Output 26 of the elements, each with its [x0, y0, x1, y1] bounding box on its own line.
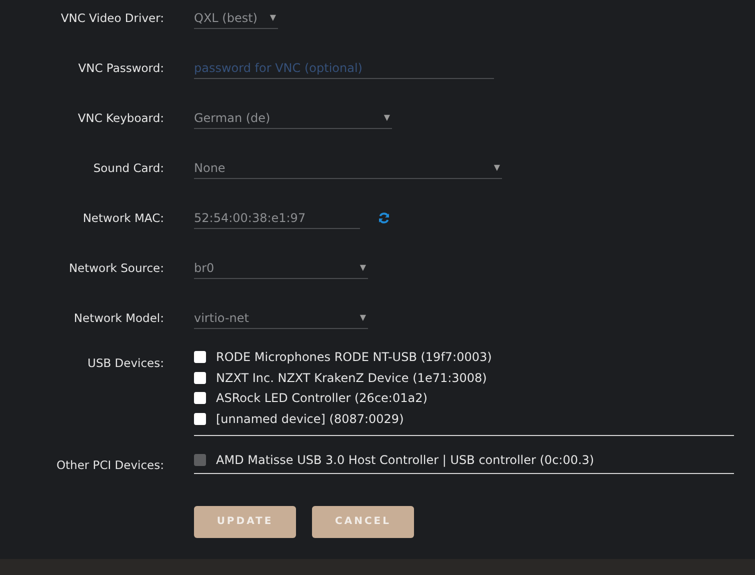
- checkbox[interactable]: [194, 372, 206, 384]
- dropdown[interactable]: virtio-net ▼: [194, 307, 368, 329]
- device-label: RODE Microphones RODE NT-USB (19f7:0003): [216, 350, 492, 364]
- field-label: Network Model:: [72, 311, 165, 325]
- mac-field[interactable]: 52:54:00:38:e1:97: [194, 207, 360, 229]
- checkbox[interactable]: [194, 412, 206, 425]
- field-label: VNC Password:: [77, 61, 165, 75]
- dropdown[interactable]: br0 ▼: [194, 257, 368, 279]
- password-field[interactable]: password for VNC (optional): [194, 57, 494, 79]
- device-label: [unnamed device] (8087:0029): [216, 412, 404, 426]
- dropdown[interactable]: QXL (best) ▼: [194, 7, 278, 29]
- field-label: Other PCI Devices:: [55, 457, 165, 472]
- field-label: Sound Card:: [92, 161, 165, 175]
- field-label: Network Source:: [68, 261, 165, 275]
- dropdown[interactable]: None ▼: [194, 157, 502, 179]
- field-label: USB Devices:: [86, 355, 165, 370]
- dropdown[interactable]: German (de) ▼: [194, 107, 392, 129]
- checkbox[interactable]: [194, 392, 206, 404]
- device-label: ASRock LED Controller (26ce:01a2): [216, 391, 428, 406]
- checkbox[interactable]: [194, 351, 206, 364]
- device-label: NZXT Inc. NZXT KrakenZ Device (1e71:3008): [216, 370, 487, 385]
- field-label: VNC Keyboard:: [76, 111, 165, 125]
- field-label: Network MAC:: [82, 211, 165, 225]
- field-label: VNC Video Driver:: [60, 11, 165, 25]
- refresh-icon[interactable]: [378, 212, 390, 224]
- device-label: AMD Matisse USB 3.0 Host Controller | USB controller (0c:00.3): [216, 453, 594, 468]
